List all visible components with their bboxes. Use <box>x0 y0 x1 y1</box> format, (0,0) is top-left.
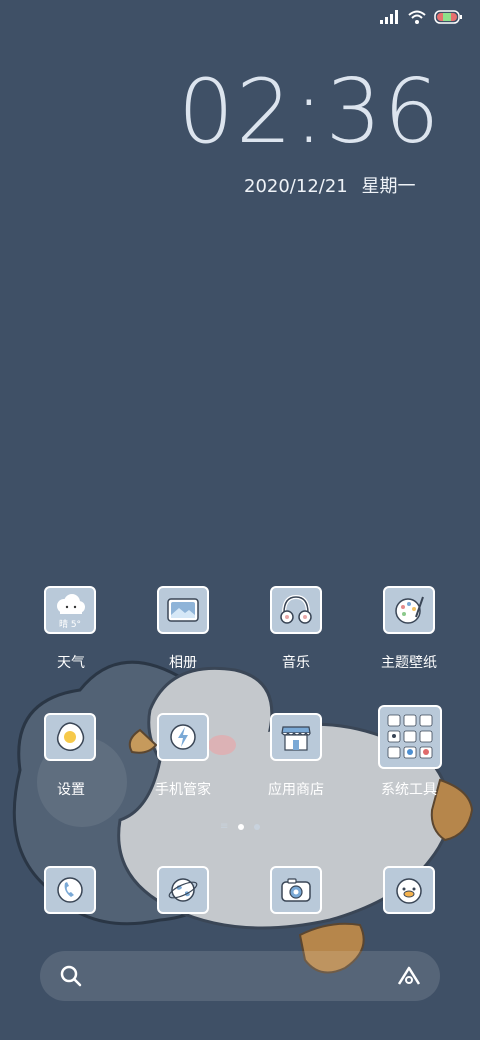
dock-camera[interactable] <box>270 866 322 914</box>
app-label-tools: 系统工具 <box>381 782 437 798</box>
tools-folder-icon <box>387 714 433 759</box>
app-label-theme: 主题壁纸 <box>381 655 437 671</box>
app-label-weather: 天气 <box>57 655 85 671</box>
page-indicator: ≡ <box>220 821 261 832</box>
weekday: 星期一 <box>361 176 416 197</box>
search-icon[interactable] <box>60 965 82 987</box>
security-lightning-icon <box>170 724 196 750</box>
dock-browser[interactable] <box>157 866 209 914</box>
search-bar[interactable] <box>40 951 440 1001</box>
app-store-app-icon[interactable] <box>270 713 322 761</box>
lockscreen-clock: 02:36 <box>178 60 442 163</box>
settings-egg-icon <box>56 722 85 751</box>
store-icon <box>281 726 311 751</box>
page-dot <box>254 824 261 830</box>
app-label-phone-manager: 手机管家 <box>155 782 211 798</box>
camera-icon <box>281 878 311 902</box>
status-bar <box>380 10 462 24</box>
weather-temp: 晴 5° <box>59 618 81 630</box>
settings-app-icon[interactable] <box>44 713 96 761</box>
headphones-icon <box>280 594 312 624</box>
page-list-icon: ≡ <box>220 821 229 832</box>
app-label-gallery: 相册 <box>169 655 197 671</box>
date-line: 2020/12/21 星期一 <box>244 172 415 198</box>
date: 2020/12/21 <box>244 176 348 197</box>
tools-folder[interactable] <box>378 705 442 769</box>
assistant-icon[interactable] <box>396 965 422 987</box>
dock-phone[interactable] <box>44 866 96 914</box>
page-dot-current <box>238 824 245 830</box>
dock-duck-app[interactable] <box>383 866 435 914</box>
phone-manager-app-icon[interactable] <box>157 713 209 761</box>
gallery-app-icon[interactable] <box>157 586 209 634</box>
browser-globe-icon <box>168 878 198 902</box>
theme-app-icon[interactable] <box>383 586 435 634</box>
wallpaper-duck-illustration <box>12 660 474 974</box>
weather-app-icon[interactable]: 晴 5° <box>44 586 96 634</box>
battery-icon <box>434 10 462 24</box>
music-app-icon[interactable] <box>270 586 322 634</box>
app-label-app-store: 应用商店 <box>268 782 324 798</box>
app-label-settings: 设置 <box>57 782 85 798</box>
app-label-music: 音乐 <box>282 655 310 671</box>
gallery-icon <box>167 598 199 622</box>
phone-icon <box>57 877 83 903</box>
signal-icon <box>380 10 398 24</box>
weather-cloud-icon: 晴 5° <box>57 594 85 630</box>
wifi-icon <box>408 10 426 24</box>
palette-icon <box>395 596 424 624</box>
duck-face-icon <box>396 878 422 904</box>
